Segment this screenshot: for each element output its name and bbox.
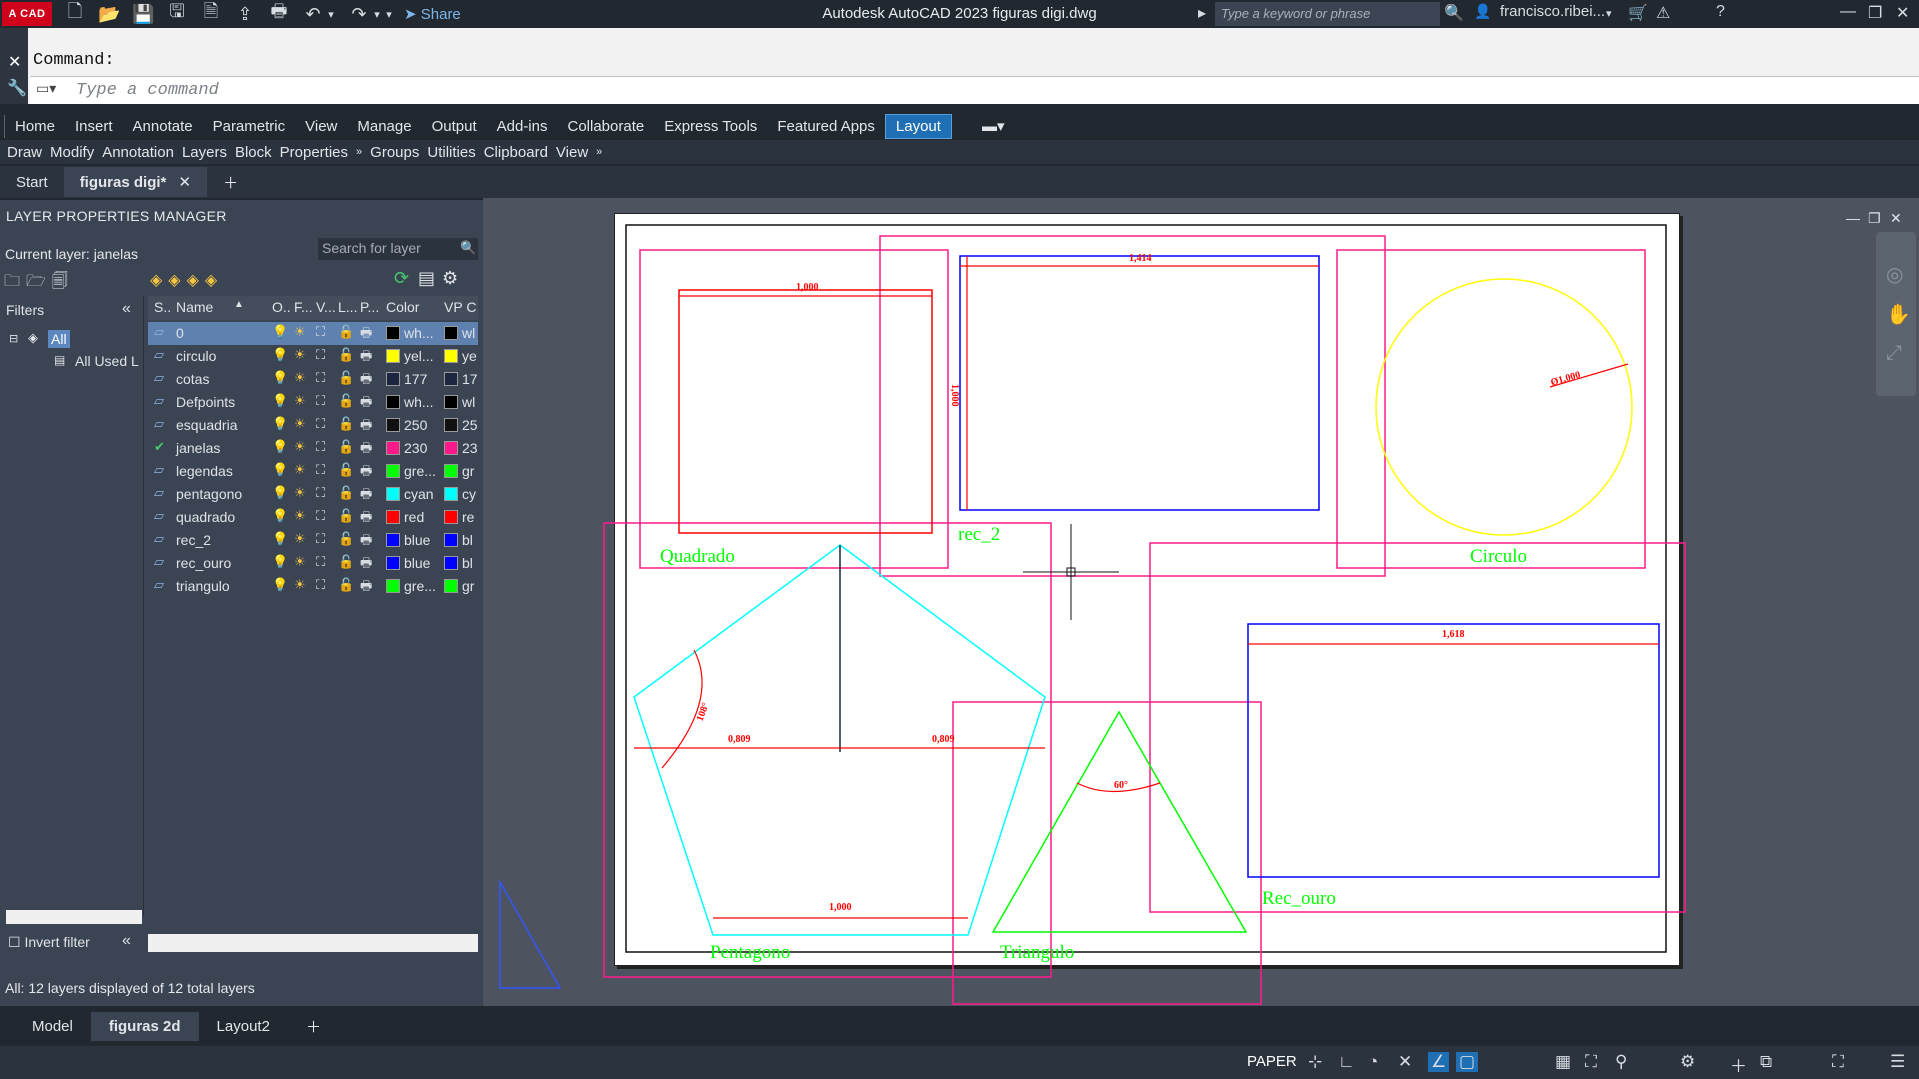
layout-tabs: Model figuras 2d Layout2 ＋ (0, 1008, 1919, 1044)
status-bar (0, 1046, 1919, 1079)
ortho-icon[interactable]: ∟ (1338, 1052, 1355, 1072)
transparency-icon[interactable]: ▦ (1555, 1052, 1571, 1072)
shape-rec2[interactable] (959, 255, 1320, 511)
label-triangulo: Triangulo (1000, 942, 1074, 963)
dimension-texts: 1,000 1,414 1,000 Ø1,000 0,809 0,809 1,0… (695, 253, 1582, 913)
dim-pent-bottom: 1,000 (829, 902, 852, 913)
label-quadrado: Quadrado (660, 546, 735, 567)
shape-rec-ouro[interactable] (1247, 623, 1660, 878)
label-rec-ouro: Rec_ouro (1262, 888, 1336, 909)
add-layout-button[interactable]: ＋ (288, 1010, 339, 1043)
annotation-scale-icon[interactable]: ⛶ (1585, 1052, 1597, 1072)
dim-tri-angle: 60° (1114, 780, 1128, 791)
janelas-viewports (603, 235, 1686, 1005)
crosshair-cursor (1023, 524, 1119, 620)
dimension-lines (634, 256, 1659, 919)
label-rec2: rec_2 (958, 524, 1000, 545)
annotation-visibility-icon[interactable]: ⚲ (1615, 1052, 1627, 1072)
annotation-monitor-icon[interactable]: ＋ (1730, 1052, 1747, 1077)
shape-triangulo[interactable] (991, 710, 1248, 933)
lineweight-icon[interactable]: ∠ (1428, 1052, 1450, 1072)
label-circulo: Circulo (1470, 546, 1527, 567)
customize-menu-icon[interactable]: ☰ (1890, 1052, 1905, 1072)
shape-labels: Quadrado rec_2 Circulo Pentagono Triangu… (660, 524, 1527, 963)
dim-rec-ouro: 1,618 (1442, 629, 1465, 640)
clean-screen-icon[interactable]: ⛶ (1832, 1052, 1844, 1072)
workspace-gear-icon[interactable]: ⚙ (1680, 1052, 1695, 1072)
drawing-svg: 1,000 1,414 1,000 Ø1,000 0,809 0,809 1,0… (499, 224, 1686, 1005)
layout-tab-layout2[interactable]: Layout2 (199, 1012, 288, 1041)
viewport-pentagono[interactable] (603, 522, 1052, 978)
dim-pent-right: 0,809 (932, 734, 955, 745)
viewport-circulo[interactable] (1336, 249, 1646, 569)
dim-rec2-height: 1,000 (949, 384, 960, 407)
label-pentagono: Pentagono (710, 942, 790, 963)
shape-quadrado[interactable] (678, 289, 933, 534)
dim-circulo: Ø1,000 (1550, 370, 1582, 389)
ucs-icon (499, 879, 562, 989)
snap-icon[interactable]: ⊹ (1308, 1052, 1322, 1072)
viewport-rec-ouro[interactable] (1149, 542, 1686, 913)
paper-space-button[interactable]: PAPER (1247, 1053, 1297, 1070)
osnap-track-icon[interactable]: ✕ (1398, 1052, 1412, 1072)
dim-rec2-width: 1,414 (1129, 253, 1152, 264)
shape-circulo[interactable] (1375, 278, 1633, 536)
selection-cycling-icon[interactable]: ▢ (1456, 1052, 1479, 1072)
layout-tab-model[interactable]: Model (14, 1012, 91, 1041)
polar-icon[interactable]: ◔ (1368, 1052, 1378, 1072)
viewport-quadrado[interactable] (639, 249, 949, 569)
units-icon[interactable]: ⧉ (1760, 1052, 1772, 1072)
layout-tab-figuras-2d[interactable]: figuras 2d (90, 1011, 199, 1041)
dim-pent-angle: 108° (695, 701, 712, 723)
dim-pent-left: 0,809 (728, 734, 751, 745)
dim-quadrado: 1,000 (796, 282, 819, 293)
